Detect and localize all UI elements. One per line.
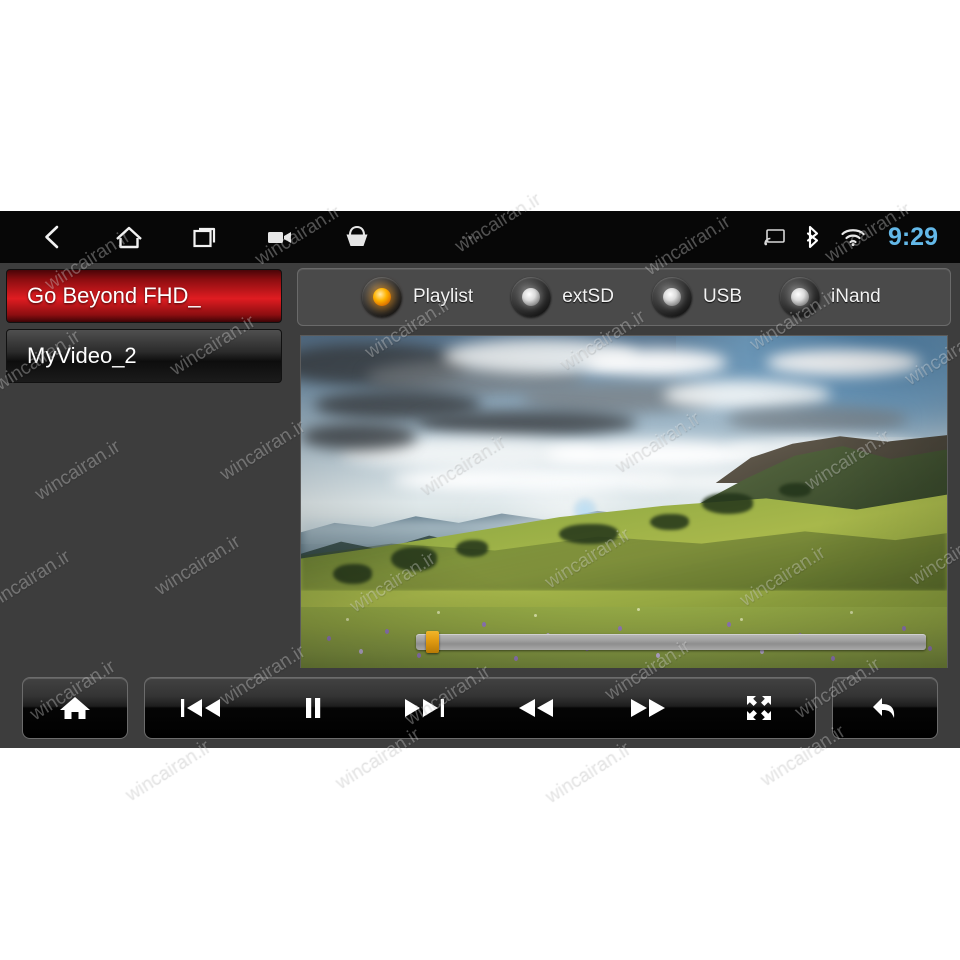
return-button-group — [832, 677, 938, 739]
media-button-group — [144, 677, 816, 739]
device-screen: 9:29 Go Beyond FHD_ MyVideo_2 Playlist e… — [0, 211, 960, 748]
vignette-overlay — [301, 336, 947, 671]
home-button-group — [22, 677, 128, 739]
status-clock: 9:29 — [887, 222, 938, 251]
fullscreen-button[interactable] — [703, 677, 815, 739]
progress-track[interactable] — [416, 634, 926, 650]
source-tab-label: Playlist — [413, 286, 474, 307]
video-frame-content — [301, 336, 947, 671]
playlist-item-label: Go Beyond FHD_ — [27, 283, 201, 308]
source-tab-playlist[interactable]: Playlist — [362, 277, 473, 317]
source-tab-label: USB — [702, 286, 743, 307]
video-camera-icon[interactable] — [264, 220, 298, 254]
video-player-surface[interactable] — [300, 335, 948, 672]
bluetooth-icon[interactable] — [804, 225, 822, 249]
next-track-button[interactable] — [368, 677, 480, 739]
android-status-bar: 9:29 — [0, 211, 960, 263]
fast-forward-button[interactable] — [592, 677, 704, 739]
basket-icon[interactable] — [340, 220, 374, 254]
cast-icon[interactable] — [764, 228, 786, 246]
previous-track-button[interactable] — [145, 677, 257, 739]
source-tab-usb[interactable]: USB — [651, 277, 743, 317]
playlist-sidebar: Go Beyond FHD_ MyVideo_2 — [0, 263, 290, 663]
player-control-bar — [0, 668, 960, 748]
navigation-button-group — [0, 211, 479, 263]
radio-led-icon — [511, 277, 552, 317]
wifi-icon[interactable] — [840, 227, 866, 247]
progress-thumb[interactable] — [426, 631, 439, 653]
rewind-button[interactable] — [480, 677, 592, 739]
recents-icon[interactable] — [188, 220, 222, 254]
source-tab-inand[interactable]: iNand — [780, 277, 881, 317]
source-tab-extsd[interactable]: extSD — [511, 277, 614, 317]
radio-led-icon — [780, 277, 821, 317]
return-button[interactable] — [833, 677, 937, 739]
source-tab-label: extSD — [562, 286, 614, 307]
source-selector-bar: Playlist extSD USB iNand — [297, 268, 951, 326]
home-icon[interactable] — [112, 220, 146, 254]
radio-led-icon — [362, 277, 402, 317]
watermark-text: wincairan.ir — [541, 738, 635, 807]
radio-led-icon — [651, 277, 692, 317]
status-indicator-group: 9:29 — [764, 211, 938, 263]
home-button[interactable] — [23, 677, 127, 739]
back-icon[interactable] — [36, 220, 70, 254]
source-tab-label: iNand — [831, 286, 881, 307]
playback-progress-slider[interactable] — [416, 631, 926, 653]
list-item[interactable]: Go Beyond FHD_ — [6, 269, 282, 323]
pause-button[interactable] — [257, 677, 369, 739]
list-item[interactable]: MyVideo_2 — [6, 329, 282, 383]
overflow-menu-icon[interactable] — [462, 211, 479, 263]
playlist-item-label: MyVideo_2 — [27, 343, 137, 368]
